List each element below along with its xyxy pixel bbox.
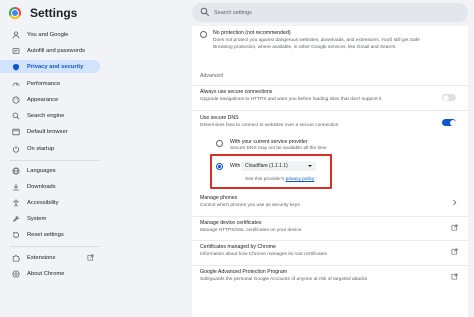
no-protection-desc-line1: Does not protect you against dangerous w…	[213, 38, 420, 43]
search-input[interactable]	[214, 5, 454, 20]
sidebar-item-performance[interactable]: Performance	[0, 77, 100, 90]
sidebar-item-autofill[interactable]: Autofill and passwords	[0, 44, 100, 57]
no-protection-radio[interactable]	[200, 31, 207, 38]
manage-phones-desc: Control which phones you use as security…	[200, 203, 300, 208]
chevron-right-icon	[453, 199, 457, 206]
chevron-down-icon	[308, 165, 312, 167]
chrome-icon	[12, 270, 20, 278]
sidebar-divider	[10, 160, 100, 161]
sidebar-item-search-engine[interactable]: Search engine	[0, 109, 100, 122]
advanced-heading: Advanced	[200, 73, 224, 79]
sidebar-item-label: On startup	[27, 145, 55, 152]
sidebar-item-label: Extensions	[27, 254, 56, 261]
sidebar: You and Google Autofill and passwords Pr…	[0, 26, 110, 317]
wrench-icon	[12, 215, 20, 223]
sidebar-item-on-startup[interactable]: On startup	[0, 142, 100, 155]
puzzle-icon	[12, 254, 20, 262]
autofill-icon	[12, 47, 20, 55]
secure-connections-desc: Upgrade navigations to HTTPS and warn yo…	[200, 97, 382, 102]
sidebar-item-accessibility[interactable]: Accessibility	[0, 196, 100, 209]
external-link-icon	[451, 248, 458, 255]
person-icon	[12, 30, 20, 39]
privacy-policy-link[interactable]: privacy policy	[286, 177, 315, 182]
sidebar-item-label: About Chrome	[27, 270, 65, 277]
sidebar-item-about-chrome[interactable]: About Chrome	[0, 267, 100, 280]
sidebar-item-default-browser[interactable]: Default browser	[0, 125, 100, 138]
sidebar-item-label: You and Google	[27, 31, 69, 38]
advanced-protection-row[interactable]: Google Advanced Protection Program Safeg…	[192, 266, 468, 286]
manage-certificates-desc: Manage HTTPS/SSL certificates on your de…	[200, 228, 302, 233]
top-bar: Settings	[0, 0, 474, 26]
secure-dns-title: Use secure DNS	[200, 115, 239, 121]
policy-prefix: See this provider's	[245, 177, 285, 182]
sidebar-item-privacy-and-security[interactable]: Privacy and security	[0, 60, 100, 73]
power-icon	[12, 145, 20, 153]
highlight-box	[210, 154, 332, 189]
sidebar-item-languages[interactable]: Languages	[0, 164, 100, 177]
download-icon	[12, 183, 20, 191]
secure-connections-toggle[interactable]	[442, 94, 456, 101]
globe-icon	[12, 167, 20, 175]
external-link-icon	[87, 254, 94, 261]
no-protection-desc-line2: Browsing protection, where available, in…	[213, 45, 397, 50]
secure-connections-row[interactable]: Always use secure connections Upgrade na…	[192, 86, 468, 106]
shield-icon	[12, 63, 20, 71]
chrome-logo-icon	[9, 7, 21, 19]
sidebar-item-you-and-google[interactable]: You and Google	[0, 28, 100, 41]
no-protection-title: No protection (not recommended)	[213, 30, 291, 36]
sidebar-item-label: Autofill and passwords	[27, 47, 86, 54]
sidebar-item-label: Downloads	[27, 183, 56, 190]
sidebar-item-label: Default browser	[27, 128, 68, 135]
external-link-icon	[451, 224, 458, 231]
manage-phones-row[interactable]: Manage phones Control which phones you u…	[192, 192, 468, 212]
search-icon	[200, 7, 210, 17]
dns-provider-selected: Cloudflare (1.1.1.1)	[245, 163, 288, 169]
advanced-protection-desc: Safeguards the personal Google Accounts …	[200, 277, 368, 282]
sidebar-item-label: System	[27, 215, 47, 222]
secure-dns-toggle[interactable]	[442, 119, 456, 126]
chrome-certificates-row[interactable]: Certificates managed by Chrome Informati…	[192, 241, 468, 261]
reset-icon	[12, 231, 20, 239]
manage-certificates-row[interactable]: Manage device certificates Manage HTTPS/…	[192, 217, 468, 237]
sidebar-item-downloads[interactable]: Downloads	[0, 180, 100, 193]
secure-connections-title: Always use secure connections	[200, 89, 273, 95]
sidebar-divider	[10, 246, 100, 247]
sidebar-item-extensions[interactable]: Extensions	[0, 251, 100, 264]
sidebar-item-appearance[interactable]: Appearance	[0, 93, 100, 106]
custom-provider-label: With	[230, 163, 241, 169]
privacy-policy-text: See this provider's privacy policy	[245, 177, 314, 182]
search-icon	[12, 112, 20, 120]
sidebar-item-label: Accessibility	[27, 199, 59, 206]
settings-panel: No protection (not recommended) Does not…	[192, 26, 468, 317]
manage-phones-title: Manage phones	[200, 195, 238, 201]
manage-certificates-title: Manage device certificates	[200, 220, 262, 226]
sidebar-item-reset-settings[interactable]: Reset settings	[0, 228, 100, 241]
accessibility-icon	[12, 199, 20, 207]
chrome-certificates-desc: Information about how Chrome manages its…	[200, 252, 327, 257]
advanced-protection-title: Google Advanced Protection Program	[200, 269, 288, 275]
custom-provider-radio[interactable]	[216, 163, 223, 170]
current-provider-desc: Secure DNS may not be available all the …	[230, 146, 327, 151]
sidebar-item-label: Privacy and security	[27, 63, 84, 70]
search-box[interactable]	[192, 3, 468, 22]
speedometer-icon	[12, 80, 20, 88]
palette-icon	[12, 96, 20, 104]
current-provider-radio[interactable]	[216, 140, 223, 147]
sidebar-item-system[interactable]: System	[0, 212, 100, 225]
page-title: Settings	[30, 6, 78, 20]
secure-dns-row[interactable]: Use secure DNS Determines how to connect…	[192, 111, 468, 131]
dns-current-provider-option[interactable]: With your current service provider Secur…	[192, 136, 468, 154]
browser-icon	[12, 128, 20, 136]
dns-provider-dropdown[interactable]: Cloudflare (1.1.1.1)	[241, 161, 316, 171]
chrome-certificates-title: Certificates managed by Chrome	[200, 244, 276, 250]
secure-dns-desc: Determines how to connect to websites ov…	[200, 123, 339, 128]
sidebar-item-label: Appearance	[27, 96, 59, 103]
current-provider-title: With your current service provider	[230, 139, 308, 145]
external-link-icon	[451, 273, 458, 280]
sidebar-item-label: Reset settings	[27, 231, 64, 238]
sidebar-item-label: Search engine	[27, 112, 65, 119]
sidebar-item-label: Performance	[27, 80, 61, 87]
sidebar-item-label: Languages	[27, 167, 56, 174]
